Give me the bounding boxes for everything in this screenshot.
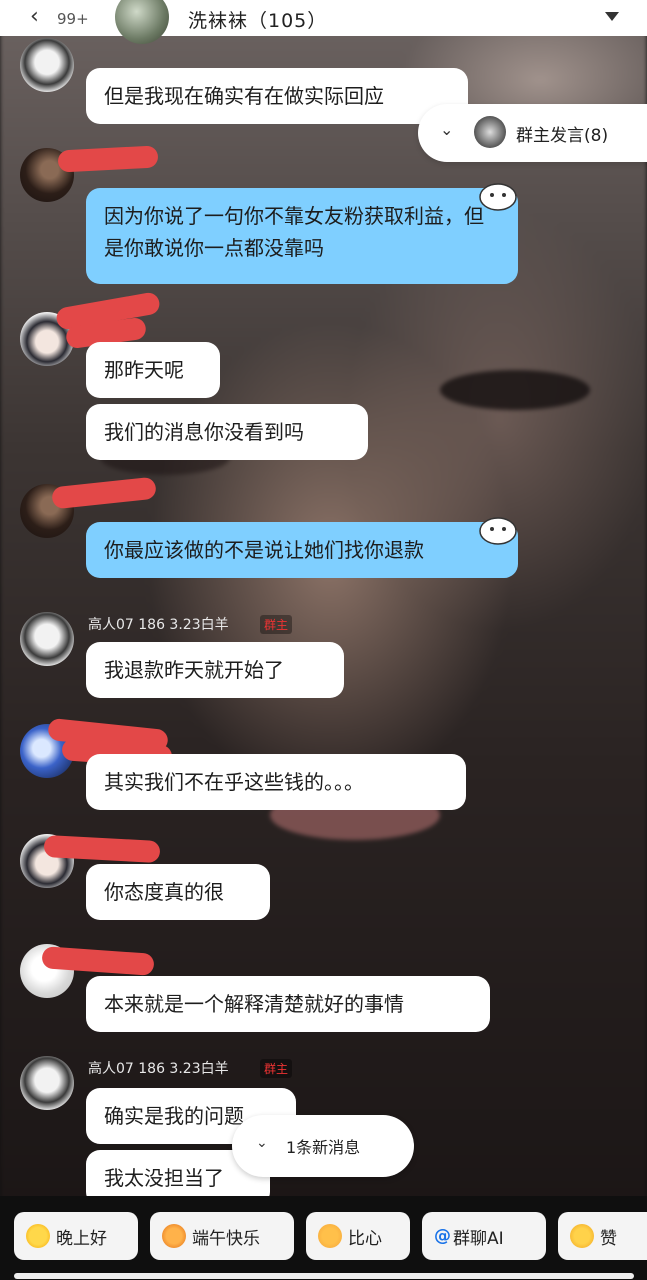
avatar[interactable] [20,38,74,92]
chip-label: 赞 [600,1228,617,1249]
chevron-down-icon[interactable] [605,12,619,21]
quick-reply-dragon-boat[interactable]: 端午快乐 [150,1212,294,1260]
chip-label: 晚上好 [56,1228,107,1249]
message-bubble[interactable]: 你最应该做的不是说让她们找你退款 [86,522,518,578]
message-bubble[interactable]: 我退款昨天就开始了 [86,642,344,698]
chip-label: 群聊AI [453,1228,504,1249]
sender-name[interactable]: 高人07 186 3.23白羊 [88,614,229,634]
input-bar-edge [14,1273,634,1279]
message-text: 我退款昨天就开始了 [104,658,284,682]
sun-emoji-icon [26,1224,50,1248]
avatar[interactable] [20,612,74,666]
owner-speak-label: 群主发言(8) [516,126,609,146]
tiger-emoji-icon [162,1224,186,1248]
unread-count[interactable]: 99+ [57,10,89,28]
at-icon: @ [434,1226,451,1246]
message-text: 确实是我的问题 [104,1104,244,1128]
chip-label: 端午快乐 [192,1228,260,1249]
chat-header: ‹ 99+ 洗袜袜（105） [0,0,647,44]
message-text: 我们的消息你没看到吗 [104,420,304,444]
message-bubble[interactable]: 因为你说了一句你不靠女友粉获取利益，但是你敢说你一点都没靠吗 [86,188,518,284]
message-text: 那昨天呢 [104,358,184,382]
chip-label: 比心 [348,1228,382,1249]
message-bubble[interactable]: 我们的消息你没看到吗 [86,404,368,460]
message-text: 本来就是一个解释清楚就好的事情 [104,992,404,1016]
double-chevron-down-icon: ⌄ [256,1135,268,1151]
message-text: 其实我们不在乎这些钱的。。。 [104,770,364,794]
message-bubble[interactable]: 但是我现在确实有在做实际回应 [86,68,468,124]
new-messages-label: 1条新消息 [286,1138,361,1157]
message-bubble[interactable]: 你态度真的很 [86,864,270,920]
message-text: 你最应该做的不是说让她们找你退款 [104,538,424,562]
message-text: 我太没担当了 [104,1166,224,1190]
message-text: 你态度真的很 [104,880,224,904]
new-messages-button[interactable]: ⌄ 1条新消息 [232,1115,414,1177]
message-bubble[interactable]: 那昨天呢 [86,342,220,398]
quick-reply-finger-heart[interactable]: 比心 [306,1212,410,1260]
quick-reply-good-evening[interactable]: 晚上好 [14,1212,138,1260]
message-bubble[interactable]: 其实我们不在乎这些钱的。。。 [86,754,466,810]
cat-sticker-icon [479,183,517,211]
quick-reply-group-ai[interactable]: @ 群聊AI [422,1212,546,1260]
group-title[interactable]: 洗袜袜（105） [188,6,327,33]
owner-speak-button[interactable]: ⌄ 群主发言(8) [418,104,647,162]
back-arrow-icon[interactable]: ‹ [30,4,39,29]
owner-badge: 群主 [260,1059,293,1078]
owner-avatar [474,116,506,148]
quick-reply-bar: 晚上好 端午快乐 比心 @ 群聊AI 赞 [0,1196,647,1280]
sender-name[interactable]: 高人07 186 3.23白羊 [88,1058,229,1078]
message-bubble[interactable]: 本来就是一个解释清楚就好的事情 [86,976,490,1032]
cat-sticker-icon [479,517,517,545]
avatar[interactable] [20,1056,74,1110]
thumbs-up-icon [570,1224,594,1248]
message-text: 因为你说了一句你不靠女友粉获取利益，但是你敢说你一点都没靠吗 [104,204,484,260]
quick-reply-like[interactable]: 赞 [558,1212,647,1260]
owner-badge: 群主 [260,615,293,634]
background-face-shadow [440,370,590,410]
double-chevron-down-icon: ⌄ [440,120,454,139]
finger-heart-icon [318,1224,342,1248]
message-text: 但是我现在确实有在做实际回应 [104,84,384,108]
